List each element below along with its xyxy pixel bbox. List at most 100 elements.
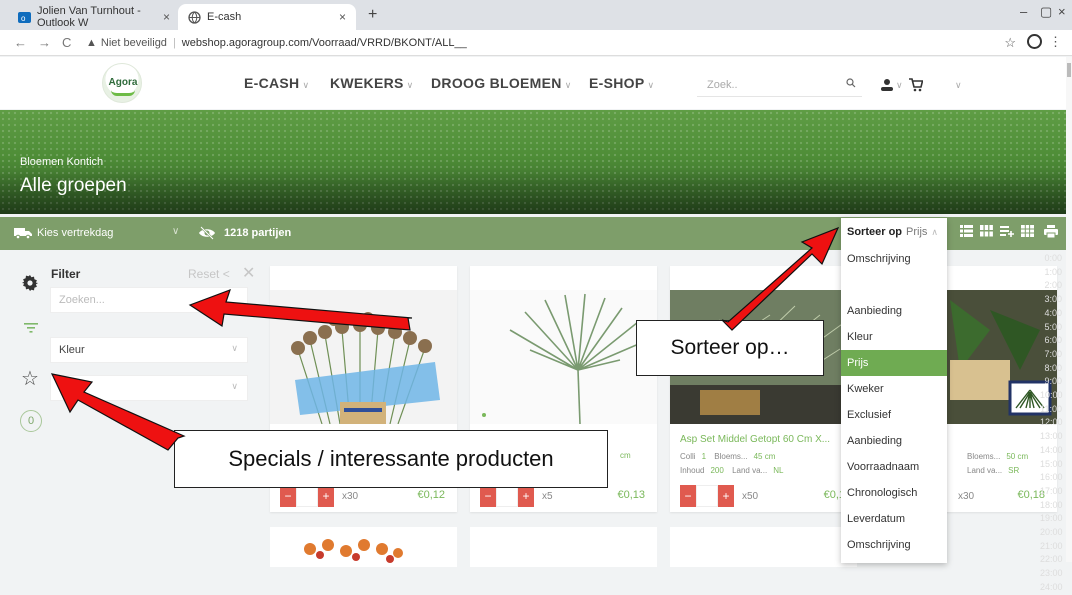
decrease-button[interactable]: − <box>480 485 496 507</box>
sort-value: Prijs <box>906 226 928 238</box>
pack-size: x50 <box>742 490 759 502</box>
grid-view-icon[interactable] <box>980 225 993 240</box>
departure-day-select[interactable]: Kies vertrekdag <box>37 227 113 239</box>
quantity-input[interactable] <box>296 485 318 507</box>
user-icon[interactable] <box>880 78 894 94</box>
search-icon[interactable] <box>846 78 856 88</box>
chevron-down-icon[interactable]: ∨ <box>172 226 179 237</box>
playlist-add-icon[interactable] <box>1000 225 1014 240</box>
sort-option[interactable]: Omschrijving <box>841 532 947 558</box>
scrollbar-thumb[interactable] <box>1067 63 1071 77</box>
sort-option[interactable]: Aanbieding <box>841 298 947 324</box>
new-tab-button[interactable]: + <box>368 6 377 24</box>
nav-label: E-CASH <box>244 75 300 91</box>
favorites-count-badge[interactable]: 0 <box>20 410 42 432</box>
increase-button[interactable]: + <box>518 485 534 507</box>
filter-lines-icon[interactable] <box>24 323 38 333</box>
product-image[interactable] <box>470 290 657 424</box>
product-card[interactable] <box>670 527 857 567</box>
pack-size: x5 <box>542 490 553 502</box>
sort-option[interactable]: Omschrijving <box>841 246 947 272</box>
sort-option[interactable]: Kleur <box>841 324 947 350</box>
select-label: Kleur <box>59 344 85 356</box>
time-label: 4:00 <box>1044 307 1062 318</box>
gear-icon[interactable] <box>22 275 38 291</box>
nav-droog-bloemen[interactable]: DROOG BLOEMEN ∨ <box>431 75 572 91</box>
chevron-down-icon[interactable]: ∨ <box>955 80 962 91</box>
attribute-label: Bloems... <box>714 452 748 461</box>
attribute-label: Colli <box>680 452 696 461</box>
close-window-button[interactable]: × <box>1058 4 1066 19</box>
nav-kwekers[interactable]: KWEKERS ∨ <box>330 75 414 91</box>
decrease-button[interactable]: − <box>680 485 696 507</box>
decrease-button[interactable]: − <box>280 485 296 507</box>
quantity-input[interactable] <box>696 485 718 507</box>
secondary-select[interactable]: ...e ∨ <box>50 375 248 401</box>
sort-option[interactable]: Exclusief <box>841 402 947 428</box>
sort-option[interactable]: Chronologisch <box>841 480 947 506</box>
close-tab-icon[interactable]: × <box>339 10 346 24</box>
time-column: 0:00 1:00 2:00 3:00 4:00 5:00 6:00 7:00 8:00 9:00… <box>1040 252 1063 595</box>
increase-button[interactable]: + <box>318 485 334 507</box>
product-card[interactable] <box>270 527 457 567</box>
product-card[interactable]: Asp Set Middel Getopt 60 Cm X... Colli 1 … <box>670 266 857 512</box>
maximize-button[interactable]: ▢ <box>1040 4 1052 20</box>
back-button[interactable]: ← <box>14 35 27 50</box>
print-icon[interactable] <box>1044 225 1058 241</box>
profile-icon[interactable] <box>1027 34 1042 49</box>
sort-option[interactable]: Prijs <box>841 350 947 376</box>
increase-button[interactable]: + <box>718 485 734 507</box>
product-image[interactable] <box>270 290 457 424</box>
quantity-stepper[interactable]: x30 <box>950 485 974 507</box>
product-card[interactable] <box>470 527 657 567</box>
url-field[interactable]: ▲ Niet beveiligd | webshop.agoragroup.co… <box>86 33 986 53</box>
page-scrollbar[interactable] <box>1066 57 1072 562</box>
color-select[interactable]: Kleur ∨ <box>50 337 248 363</box>
sort-dropdown[interactable]: Sorteer op Prijs ∧ Omschrijving Aanbiedin… <box>841 218 947 563</box>
product-name[interactable]: Asp Set Middel Getopt 60 Cm X... <box>680 434 830 445</box>
star-icon[interactable]: ☆ <box>21 366 39 391</box>
time-label: 0:00 <box>1044 253 1062 263</box>
sort-option[interactable] <box>841 272 947 298</box>
quantity-stepper[interactable]: − + x30 <box>280 485 358 507</box>
sort-option[interactable]: Kweker <box>841 376 947 402</box>
tab-outlook[interactable]: o Jolien Van Turnhout - Outlook W × <box>8 4 180 30</box>
agora-logo[interactable]: Agora <box>102 63 142 103</box>
sort-option[interactable]: Leverdatum <box>841 506 947 532</box>
time-label: 13:00 <box>1040 431 1063 442</box>
time-label: 11:00 <box>1040 403 1062 414</box>
quantity-stepper[interactable]: − + x5 <box>480 485 553 507</box>
product-attributes-row: Colli 1 Bloems... 45 cm <box>680 452 781 461</box>
time-label: 14:00 <box>1040 444 1063 455</box>
tab-ecash[interactable]: E-cash × <box>178 4 356 30</box>
attribute-value: cm <box>620 451 631 460</box>
minimize-button[interactable]: – <box>1020 4 1027 19</box>
sort-option[interactable]: Aanbieding <box>841 428 947 454</box>
nav-ecash[interactable]: E-CASH ∨ <box>244 75 309 91</box>
product-image[interactable] <box>270 527 457 567</box>
sort-callout: Sorteer op… <box>636 320 824 376</box>
forward-button[interactable]: → <box>38 35 51 50</box>
nav-eshop[interactable]: E-SHOP ∨ <box>589 75 654 91</box>
time-label: 5:00 <box>1044 321 1062 332</box>
chevron-down-icon[interactable]: ∨ <box>896 80 903 91</box>
quantity-stepper[interactable]: − + x50 <box>680 485 758 507</box>
bookmark-star-icon[interactable]: ☆ <box>1004 35 1016 51</box>
menu-icon[interactable]: ⋮ <box>1049 34 1062 50</box>
chevron-down-icon: ∨ <box>564 80 572 90</box>
reset-button[interactable]: Reset < <box>188 267 230 281</box>
filter-search-input[interactable]: Zoeken... <box>50 287 248 313</box>
site-search-input[interactable]: Zoek.. <box>697 73 862 97</box>
quantity-input[interactable] <box>496 485 518 507</box>
reload-button[interactable]: C <box>62 35 71 50</box>
table-view-icon[interactable] <box>1021 225 1034 240</box>
outlook-icon: o <box>18 11 31 24</box>
sort-option[interactable]: Voorraadnaam <box>841 454 947 480</box>
time-label: 7:00 <box>1044 348 1062 359</box>
close-tab-icon[interactable]: × <box>163 10 170 24</box>
cart-icon[interactable] <box>908 78 924 95</box>
close-filter-icon[interactable]: ✕ <box>242 263 255 283</box>
list-view-icon[interactable] <box>960 225 973 240</box>
eye-off-icon[interactable] <box>198 225 216 241</box>
sort-select[interactable]: Sorteer op Prijs ∧ <box>841 218 947 246</box>
